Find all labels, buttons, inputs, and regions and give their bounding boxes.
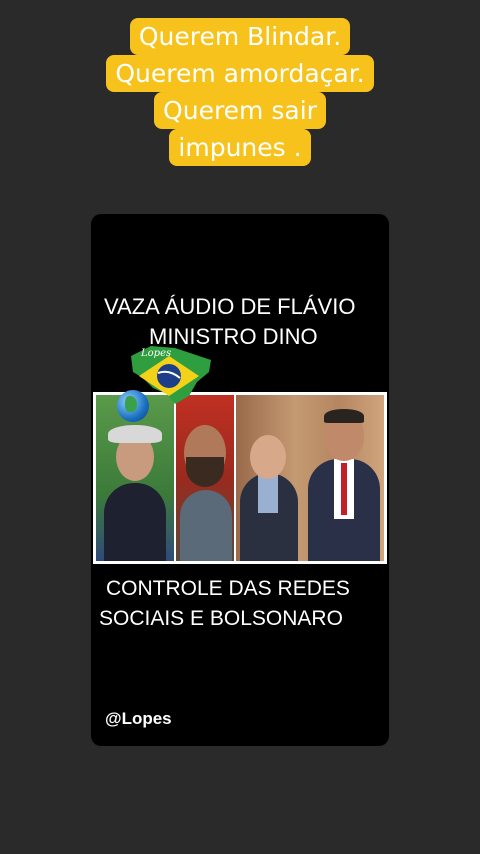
video-player[interactable]: VAZA ÁUDIO DE FLÁVIO MINISTRO DINO Lopes… — [91, 214, 389, 746]
caption-line-1: Querem Blindar. — [129, 18, 351, 55]
caption-line-3: Querem sair — [154, 92, 326, 129]
photo-collage — [93, 390, 387, 564]
video-subheadline-line-2: SOCIAIS E BOLSONARO — [99, 607, 343, 630]
video-headline-line-1: VAZA ÁUDIO DE FLÁVIO — [104, 294, 356, 319]
photo-panel-bearded-man — [176, 395, 234, 561]
caption-line-4: impunes . — [169, 129, 311, 166]
video-subheadline-line-1: CONTROLE DAS REDES — [106, 577, 350, 600]
photo-panel-two-men-in-suits — [236, 395, 384, 561]
caption-overlay: Querem Blindar. Querem amordaçar. Querem… — [0, 18, 480, 166]
creator-handle: @Lopes — [105, 709, 172, 728]
brazil-flag-map-icon: Lopes — [123, 342, 215, 408]
caption-line-2: Querem amordaçar. — [106, 55, 374, 92]
map-badge-label: Lopes — [141, 348, 172, 359]
